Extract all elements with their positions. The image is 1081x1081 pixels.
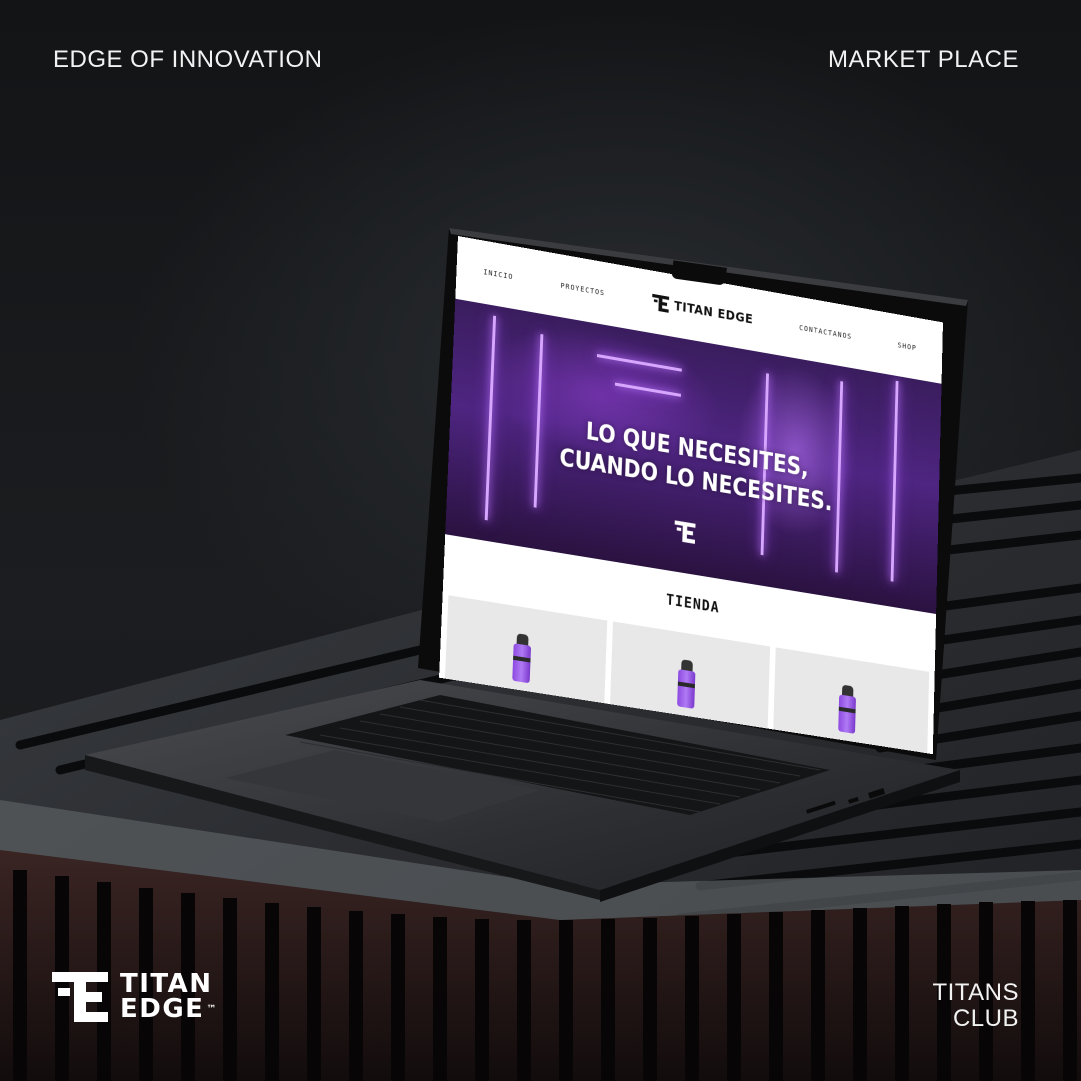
laptop-screen: INICIO PROYECTOS TITAN EDGE CONTACTANOS …	[439, 236, 943, 755]
vape-product-image	[512, 633, 532, 684]
club-label: TITANS CLUB	[932, 980, 1019, 1032]
vape-product-image	[838, 684, 857, 734]
nav-link-shop[interactable]: SHOP	[898, 341, 917, 352]
vape-product-image	[676, 659, 696, 709]
brand-wordmark: TITAN EDGE ™	[120, 971, 218, 1024]
club-label-line2: CLUB	[952, 1005, 1019, 1032]
scene: INICIO PROYECTOS TITAN EDGE CONTACTANOS …	[0, 0, 1081, 1081]
club-label-line1: TITANS	[932, 979, 1019, 1006]
nav-link-inicio[interactable]: INICIO	[483, 268, 513, 281]
titan-edge-logo-icon	[52, 972, 108, 1022]
tagline-right: MARKET PLACE	[828, 46, 1019, 73]
tagline-left: EDGE OF INNOVATION	[53, 46, 323, 73]
nav-link-proyectos[interactable]: PROYECTOS	[560, 282, 605, 298]
brand-line2: EDGE	[120, 994, 205, 1024]
hero-logo-icon	[674, 520, 696, 544]
trademark-symbol: ™	[206, 1004, 218, 1015]
titan-edge-logo-icon	[651, 293, 669, 313]
site-logo[interactable]: TITAN EDGE	[651, 293, 754, 328]
nav-link-contactanos[interactable]: CONTACTANOS	[799, 324, 852, 341]
hero-title: LO QUE NECESITES, CUANDO LO NECESITES.	[449, 392, 940, 535]
brand-logo: TITAN EDGE ™	[52, 971, 218, 1024]
site-logo-text: TITAN EDGE	[673, 298, 754, 327]
